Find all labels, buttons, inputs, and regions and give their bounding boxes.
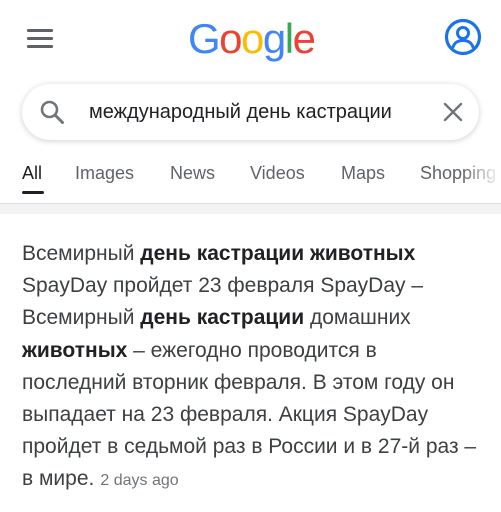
snippet-date: 2 days ago	[100, 472, 179, 490]
menu-line	[27, 37, 53, 40]
tab-all[interactable]: All	[22, 163, 42, 184]
snippet-highlight: день кастрации	[140, 306, 305, 330]
section-divider	[0, 203, 501, 214]
account-circle-icon[interactable]	[444, 18, 482, 56]
search-tabs: All Images News Videos Maps Shopping	[0, 160, 501, 194]
header: Google	[0, 0, 501, 78]
snippet-highlight: день кастрации животных	[140, 242, 416, 265]
snippet-highlight: животных	[22, 338, 128, 362]
menu-line	[27, 29, 53, 32]
hamburger-menu-icon[interactable]	[27, 29, 53, 49]
tab-images[interactable]: Images	[75, 163, 134, 184]
close-icon[interactable]	[441, 100, 465, 124]
active-tab-indicator	[22, 191, 44, 194]
logo-letter: o	[241, 15, 264, 62]
logo-letter: G	[188, 15, 221, 62]
logo-letter: o	[219, 15, 242, 62]
search-box[interactable]: международный день кастрации	[22, 84, 479, 140]
featured-snippet: Всемирный день кастрации животных SpayDa…	[22, 238, 486, 498]
logo-letter: e	[292, 15, 316, 62]
tabs-fade	[461, 160, 501, 194]
tab-news[interactable]: News	[170, 163, 215, 184]
snippet-text: домашних	[304, 306, 411, 330]
logo-letter: g	[262, 15, 286, 62]
google-logo[interactable]: Google	[188, 14, 316, 64]
tab-maps[interactable]: Maps	[341, 163, 385, 184]
logo-letter: l	[284, 15, 294, 62]
search-input[interactable]: международный день кастрации	[89, 99, 392, 125]
menu-line	[27, 45, 53, 48]
tab-videos[interactable]: Videos	[250, 163, 305, 184]
snippet-text: Всемирный	[22, 242, 141, 265]
search-icon[interactable]	[39, 99, 65, 125]
